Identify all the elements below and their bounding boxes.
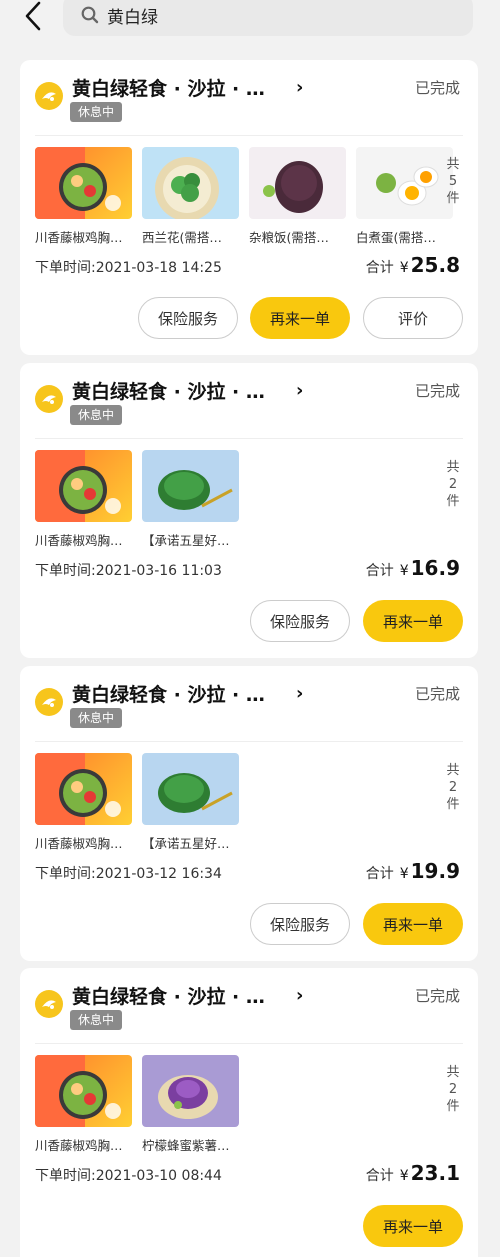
shop-status-badge: 休息中 xyxy=(70,708,123,728)
reorder-button[interactable]: 再来一单 xyxy=(250,297,350,339)
item-count: 共2件 xyxy=(446,460,460,509)
review-button[interactable]: 评价 xyxy=(363,297,463,339)
top-bar: 黄白绿 xyxy=(0,0,500,48)
reorder-button[interactable]: 再来一单 xyxy=(363,903,463,945)
reorder-button[interactable]: 再来一单 xyxy=(363,1205,463,1247)
chevron-right-icon[interactable]: › xyxy=(296,683,303,704)
chevron-right-icon[interactable]: › xyxy=(296,77,303,98)
order-time: 下单时间:2021-03-16 11:03 xyxy=(35,563,222,579)
list-item[interactable]: 白煮蛋(需搭… xyxy=(356,147,453,246)
food-image xyxy=(35,450,132,522)
order-time: 下单时间:2021-03-12 16:34 xyxy=(35,866,222,882)
order-status: 已完成 xyxy=(414,79,460,97)
chevron-right-icon[interactable]: › xyxy=(296,380,303,401)
order-status: 已完成 xyxy=(414,987,460,1005)
search-query: 黄白绿 xyxy=(107,7,158,28)
total-amount: 25.8 xyxy=(410,253,460,277)
order-card[interactable]: 黄白绿轻食 · 沙拉 · … › 休息中 已完成 川香藤椒鸡胸… 【承诺五星好…… xyxy=(20,666,478,961)
order-total: 合计 ¥ 23.1 xyxy=(365,1161,460,1185)
order-total: 合计 ¥ 16.9 xyxy=(365,556,460,580)
order-card[interactable]: 黄白绿轻食 · 沙拉 · … › 休息中 已完成 川香藤椒鸡胸… 西兰花(需搭…… xyxy=(20,60,478,355)
insurance-button[interactable]: 保险服务 xyxy=(250,903,350,945)
item-name: 【承诺五星好… xyxy=(142,533,230,548)
food-image xyxy=(35,1055,132,1127)
list-item[interactable]: 【承诺五星好… xyxy=(142,753,239,852)
item-name: 杂粮饭(需搭… xyxy=(249,230,329,245)
list-item[interactable]: 【承诺五星好… xyxy=(142,450,239,549)
reorder-button[interactable]: 再来一单 xyxy=(363,600,463,642)
shop-logo xyxy=(35,385,63,413)
item-name: 川香藤椒鸡胸… xyxy=(35,836,123,851)
divider xyxy=(35,1043,463,1044)
list-item[interactable]: 川香藤椒鸡胸… xyxy=(35,1055,132,1154)
total-amount: 16.9 xyxy=(410,556,460,580)
item-name: 川香藤椒鸡胸… xyxy=(35,230,123,245)
shop-name[interactable]: 黄白绿轻食 · 沙拉 · … xyxy=(72,74,265,101)
search-input[interactable]: 黄白绿 xyxy=(63,0,473,36)
order-card[interactable]: 黄白绿轻食 · 沙拉 · … › 休息中 已完成 川香藤椒鸡胸… 【承诺五星好…… xyxy=(20,363,478,658)
order-card[interactable]: 黄白绿轻食 · 沙拉 · … › 休息中 已完成 川香藤椒鸡胸… 柠檬蜂蜜紫薯…… xyxy=(20,968,478,1257)
shop-logo xyxy=(35,990,63,1018)
shop-name[interactable]: 黄白绿轻食 · 沙拉 · … xyxy=(72,680,265,707)
item-name: 【承诺五星好… xyxy=(142,836,230,851)
list-item[interactable]: 川香藤椒鸡胸… xyxy=(35,753,132,852)
item-count: 共2件 xyxy=(446,763,460,812)
insurance-button[interactable]: 保险服务 xyxy=(250,600,350,642)
shop-logo xyxy=(35,688,63,716)
item-count: 共2件 xyxy=(446,1065,460,1114)
food-image xyxy=(142,450,239,522)
food-image xyxy=(249,147,346,219)
order-status: 已完成 xyxy=(414,685,460,703)
food-image xyxy=(142,1055,239,1127)
food-image xyxy=(142,147,239,219)
list-item[interactable]: 柠檬蜂蜜紫薯… xyxy=(142,1055,239,1154)
chevron-left-icon xyxy=(25,1,41,31)
order-status: 已完成 xyxy=(414,382,460,400)
shop-status-badge: 休息中 xyxy=(70,1010,123,1030)
divider xyxy=(35,135,463,136)
food-image xyxy=(142,753,239,825)
total-amount: 23.1 xyxy=(410,1161,460,1185)
shop-name[interactable]: 黄白绿轻食 · 沙拉 · … xyxy=(72,377,265,404)
item-name: 西兰花(需搭… xyxy=(142,230,222,245)
divider xyxy=(35,741,463,742)
chevron-right-icon[interactable]: › xyxy=(296,985,303,1006)
item-name: 柠檬蜂蜜紫薯… xyxy=(142,1138,230,1153)
item-name: 川香藤椒鸡胸… xyxy=(35,1138,123,1153)
list-item[interactable]: 西兰花(需搭… xyxy=(142,147,239,246)
order-total: 合计 ¥ 19.9 xyxy=(365,859,460,883)
list-item[interactable]: 川香藤椒鸡胸… xyxy=(35,147,132,246)
list-item[interactable]: 川香藤椒鸡胸… xyxy=(35,450,132,549)
insurance-button[interactable]: 保险服务 xyxy=(138,297,238,339)
order-total: 合计 ¥ 25.8 xyxy=(365,253,460,277)
search-icon xyxy=(81,6,99,24)
list-item[interactable]: 杂粮饭(需搭… xyxy=(249,147,346,246)
food-image xyxy=(35,753,132,825)
shop-logo xyxy=(35,82,63,110)
item-count: 共5件 xyxy=(446,157,460,206)
shop-status-badge: 休息中 xyxy=(70,405,123,425)
item-name: 白煮蛋(需搭… xyxy=(356,230,436,245)
back-button[interactable] xyxy=(18,0,48,32)
item-name: 川香藤椒鸡胸… xyxy=(35,533,123,548)
order-time: 下单时间:2021-03-18 14:25 xyxy=(35,260,222,276)
food-image xyxy=(356,147,453,219)
order-time: 下单时间:2021-03-10 08:44 xyxy=(35,1168,222,1184)
divider xyxy=(35,438,463,439)
food-image xyxy=(35,147,132,219)
shop-name[interactable]: 黄白绿轻食 · 沙拉 · … xyxy=(72,982,265,1009)
shop-status-badge: 休息中 xyxy=(70,102,123,122)
total-amount: 19.9 xyxy=(410,859,460,883)
